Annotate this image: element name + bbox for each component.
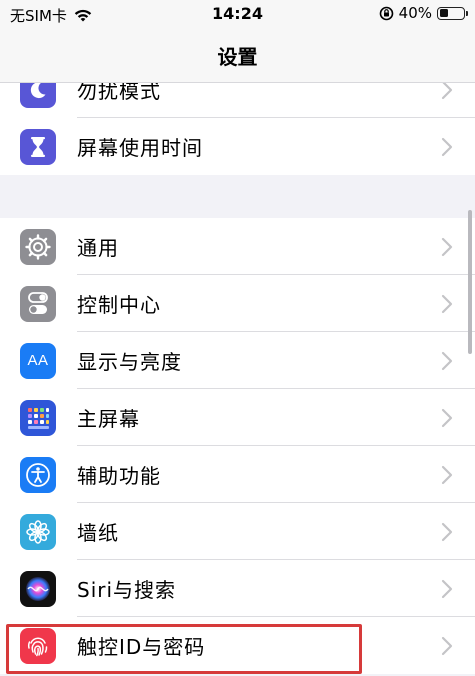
chevron-right-icon <box>441 351 453 370</box>
settings-row-home-screen[interactable]: 主屏幕 <box>0 389 475 446</box>
accessibility-icon <box>20 456 56 493</box>
settings-row-control-center[interactable]: 控制中心 <box>0 275 475 332</box>
nav-bar: 设置 <box>0 28 475 83</box>
settings-row-label: 控制中心 <box>77 293 161 317</box>
chevron-right-icon <box>441 408 453 427</box>
settings-row-label: 主屏幕 <box>77 407 140 431</box>
flower-icon <box>20 513 56 550</box>
battery-fill <box>439 9 449 17</box>
settings-group-general: 通用 控制中心 AA 显示与亮度 主屏幕 辅助功能 墙纸 Siri与搜索 触控I… <box>0 218 475 674</box>
battery-icon <box>437 6 468 20</box>
settings-row-siri-search[interactable]: Siri与搜索 <box>0 560 475 617</box>
chevron-right-icon <box>441 636 453 655</box>
settings-row-label: 墙纸 <box>77 521 119 545</box>
chevron-right-icon <box>441 465 453 484</box>
settings-row-wallpaper[interactable]: 墙纸 <box>0 503 475 560</box>
battery-percent: 40% <box>398 4 432 22</box>
orientation-lock-icon <box>379 6 393 20</box>
text-size-icon: AA <box>20 342 56 379</box>
chevron-right-icon <box>441 237 453 256</box>
status-bar: 无SIM卡 14:24 40% <box>0 0 475 28</box>
fingerprint-icon <box>20 627 56 664</box>
settings-row-screen-time[interactable]: 屏幕使用时间 <box>0 118 475 175</box>
settings-row-label: 辅助功能 <box>77 464 161 488</box>
settings-row-label: 通用 <box>77 236 119 260</box>
siri-icon <box>20 570 56 607</box>
gear-icon <box>20 228 56 265</box>
text-size-glyph: AA <box>27 352 49 369</box>
home-grid-icon <box>20 399 56 436</box>
page-title: 设置 <box>217 45 258 69</box>
settings-row-general[interactable]: 通用 <box>0 218 475 275</box>
scroll-indicator[interactable] <box>468 210 472 354</box>
chevron-right-icon <box>441 294 453 313</box>
settings-row-label: 屏幕使用时间 <box>77 136 203 160</box>
settings-row-label: 显示与亮度 <box>77 350 182 374</box>
settings-row-display-brightness[interactable]: AA 显示与亮度 <box>0 332 475 389</box>
chevron-right-icon <box>441 522 453 541</box>
chevron-right-icon <box>441 137 453 156</box>
settings-row-label: Siri与搜索 <box>77 578 177 602</box>
status-right: 40% <box>379 4 468 22</box>
settings-row-accessibility[interactable]: 辅助功能 <box>0 446 475 503</box>
toggles-icon <box>20 285 56 322</box>
settings-row-touch-id-passcode[interactable]: 触控ID与密码 <box>0 617 475 674</box>
chevron-right-icon <box>441 579 453 598</box>
hourglass-icon <box>20 128 56 165</box>
settings-row-label: 触控ID与密码 <box>77 635 206 659</box>
